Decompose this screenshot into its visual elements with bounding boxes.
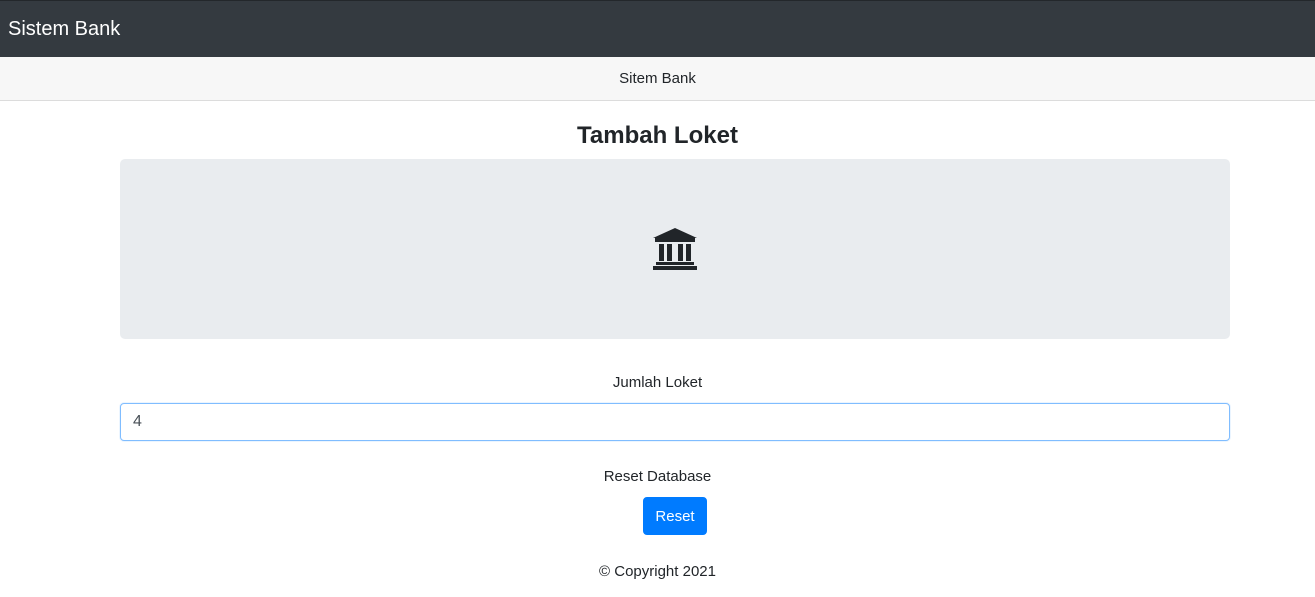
jumbotron [120, 159, 1230, 339]
jumlah-loket-label: Jumlah Loket [612, 374, 703, 391]
bank-icon [653, 228, 697, 270]
reset-database-label: Reset Database [603, 468, 712, 485]
top-navbar: Sistem Bank [0, 0, 1315, 57]
sub-header-title: Sitem Bank [619, 70, 696, 87]
sub-header: Sitem Bank [0, 57, 1315, 101]
jumlah-loket-input[interactable] [120, 403, 1230, 441]
page-title: Tambah Loket [577, 122, 738, 149]
reset-button[interactable]: Reset [643, 497, 707, 535]
footer-copyright: © Copyright 2021 [599, 563, 716, 580]
jumlah-loket-field [120, 403, 1230, 441]
navbar-brand[interactable]: Sistem Bank [8, 17, 120, 41]
